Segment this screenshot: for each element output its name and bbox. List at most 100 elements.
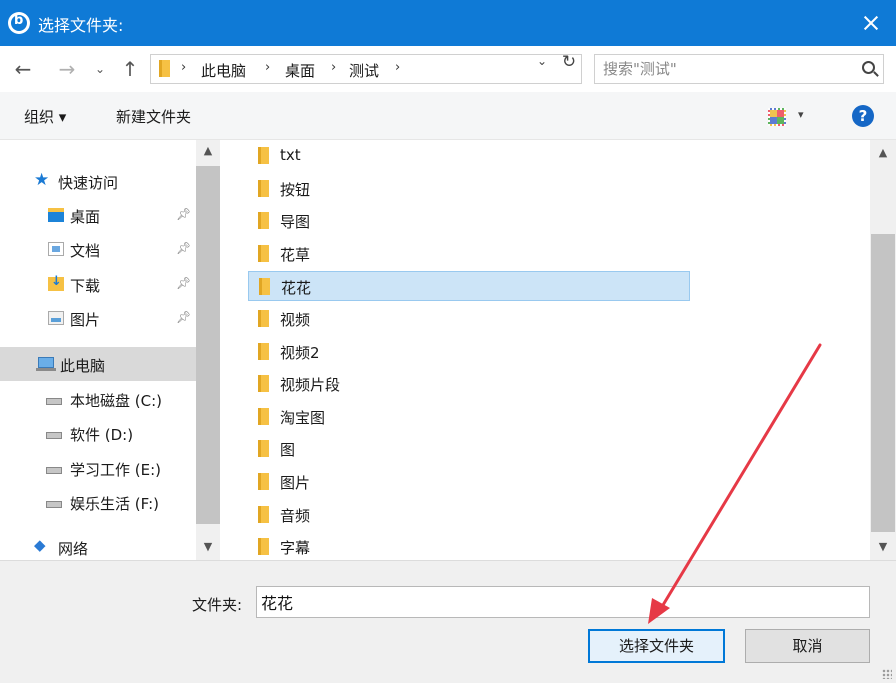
address-dropdown-chevron-icon[interactable]: ⌄ [532, 54, 552, 74]
sidebar-item-label: 下载 [70, 277, 101, 295]
folder-icon [159, 60, 170, 77]
navigation-bar: ← → ⌄ ↑ › 此电脑 › 桌面 › 测试 › ⌄ ↻ [0, 46, 896, 92]
pin-icon[interactable]: 📌︎ [176, 207, 191, 221]
sidebar-item-label: 网络 [58, 540, 89, 558]
list-item[interactable]: 图片 [248, 467, 690, 497]
dialog-footer: 文件夹: 选择文件夹 取消 [0, 560, 896, 683]
pin-icon[interactable]: 📌︎ [176, 310, 191, 324]
sidebar-item-drive-d[interactable]: 软件 (D:) [0, 416, 196, 450]
breadcrumb-separator-icon[interactable]: › [265, 60, 270, 75]
file-list-scrollbar[interactable]: ▲ ▼ [870, 140, 896, 560]
view-options-icon[interactable] [768, 108, 786, 126]
refresh-icon[interactable]: ↻ [558, 52, 580, 74]
drive-icon [46, 398, 62, 405]
forward-arrow-icon[interactable]: → [52, 56, 82, 82]
picture-icon [48, 311, 64, 325]
recent-locations-chevron-icon[interactable]: ⌄ [90, 56, 110, 82]
download-icon [48, 274, 64, 291]
title-bar: 选择文件夹: [0, 0, 896, 46]
breadcrumb-separator-icon[interactable]: › [331, 60, 336, 75]
pin-icon[interactable]: 📌︎ [176, 276, 191, 290]
list-item[interactable]: 字幕 [248, 532, 690, 560]
window-title: 选择文件夹: [38, 16, 124, 35]
navigation-pane: ★ 快速访问 桌面 📌︎ 文档 📌︎ 下载 📌︎ 图片 📌︎ 此电脑 本地磁盘 … [0, 140, 220, 560]
breadcrumb-separator-icon[interactable]: › [395, 60, 400, 75]
folder-icon [258, 408, 269, 425]
sidebar-item-label: 此电脑 [60, 357, 106, 375]
sidebar-item-drive-c[interactable]: 本地磁盘 (C:) [0, 382, 196, 416]
drive-icon [46, 432, 62, 439]
select-folder-button[interactable]: 选择文件夹 [588, 629, 725, 663]
list-item[interactable]: 音频 [248, 500, 690, 530]
list-item[interactable]: 图 [248, 434, 690, 464]
close-button[interactable] [844, 0, 896, 46]
sidebar-item-label: 本地磁盘 (C:) [70, 392, 162, 410]
folder-name: 花花 [281, 279, 312, 297]
scroll-up-chevron-icon[interactable]: ▲ [196, 144, 220, 162]
breadcrumb-desktop[interactable]: 桌面 [285, 60, 315, 81]
folder-icon [258, 538, 269, 555]
sidebar-item-drive-f[interactable]: 娱乐生活 (F:) [0, 485, 196, 519]
folder-name: txt [280, 146, 301, 164]
folder-field-label: 文件夹: [192, 596, 243, 614]
breadcrumb-test[interactable]: 测试 [349, 60, 379, 81]
folder-name: 图 [280, 441, 296, 459]
sidebar-item-pictures[interactable]: 图片 📌︎ [0, 301, 196, 335]
search-input[interactable] [603, 59, 853, 79]
new-folder-button[interactable]: 新建文件夹 [116, 106, 191, 127]
computer-icon [36, 357, 56, 371]
cancel-button[interactable]: 取消 [745, 629, 870, 663]
sidebar-item-desktop[interactable]: 桌面 📌︎ [0, 198, 196, 232]
sidebar-item-label: 快速访问 [58, 174, 119, 192]
command-toolbar: 组织 ▾ 新建文件夹 ▾ ? [0, 92, 896, 140]
list-item[interactable]: 视频片段 [248, 369, 690, 399]
pin-icon[interactable]: 📌︎ [176, 241, 191, 255]
help-icon[interactable]: ? [852, 105, 874, 127]
list-item[interactable]: 淘宝图 [248, 402, 690, 432]
view-dropdown-chevron-icon[interactable]: ▾ [798, 108, 804, 121]
sidebar-item-downloads[interactable]: 下载 📌︎ [0, 267, 196, 301]
scroll-thumb[interactable] [871, 234, 895, 532]
sidebar-scrollbar[interactable]: ▲ ▼ [196, 140, 220, 560]
star-icon: ★ [34, 170, 50, 190]
folder-name: 淘宝图 [280, 409, 326, 427]
back-arrow-icon[interactable]: ← [8, 56, 38, 82]
up-arrow-icon[interactable]: ↑ [116, 56, 144, 82]
list-item[interactable]: 视频 [248, 304, 690, 334]
search-icon[interactable] [862, 61, 875, 74]
list-item[interactable]: 导图 [248, 206, 690, 236]
sidebar-item-label: 文档 [70, 242, 101, 260]
scroll-down-chevron-icon[interactable]: ▼ [870, 540, 896, 558]
sidebar-item-documents[interactable]: 文档 📌︎ [0, 232, 196, 266]
resize-grip-icon[interactable] [882, 669, 892, 679]
folder-name: 导图 [280, 213, 311, 231]
list-item[interactable]: 视频2 [248, 337, 690, 367]
folder-name: 图片 [280, 474, 311, 492]
folder-icon [258, 212, 269, 229]
list-item[interactable]: txt [248, 141, 690, 171]
sidebar-item-drive-e[interactable]: 学习工作 (E:) [0, 451, 196, 485]
list-item-selected[interactable]: 花花 [248, 271, 690, 301]
sidebar-item-label: 软件 (D:) [70, 426, 134, 444]
scroll-down-chevron-icon[interactable]: ▼ [196, 540, 220, 558]
folder-icon [258, 473, 269, 490]
list-item[interactable]: 花草 [248, 239, 690, 269]
folder-icon [258, 147, 269, 164]
folder-name-input[interactable] [256, 586, 870, 618]
scroll-up-chevron-icon[interactable]: ▲ [870, 146, 896, 164]
sidebar-item-label: 桌面 [70, 208, 101, 226]
scroll-thumb[interactable] [196, 166, 220, 524]
drive-icon [46, 467, 62, 474]
sidebar-item-this-pc[interactable]: 此电脑 [0, 347, 196, 381]
folder-name: 字幕 [280, 539, 311, 557]
sidebar-item-label: 娱乐生活 (F:) [70, 495, 159, 513]
search-box[interactable] [594, 54, 884, 84]
sidebar-item-quick-access[interactable]: ★ 快速访问 [0, 164, 196, 198]
app-icon [8, 12, 30, 34]
sidebar-item-network[interactable]: ◆ 网络 [0, 530, 196, 560]
address-bar[interactable]: › 此电脑 › 桌面 › 测试 › [150, 54, 582, 84]
organize-menu-button[interactable]: 组织 ▾ [24, 106, 66, 127]
breadcrumb-this-pc[interactable]: 此电脑 [201, 60, 246, 81]
list-item[interactable]: 按钮 [248, 174, 690, 204]
network-icon: ◆ [34, 536, 46, 554]
